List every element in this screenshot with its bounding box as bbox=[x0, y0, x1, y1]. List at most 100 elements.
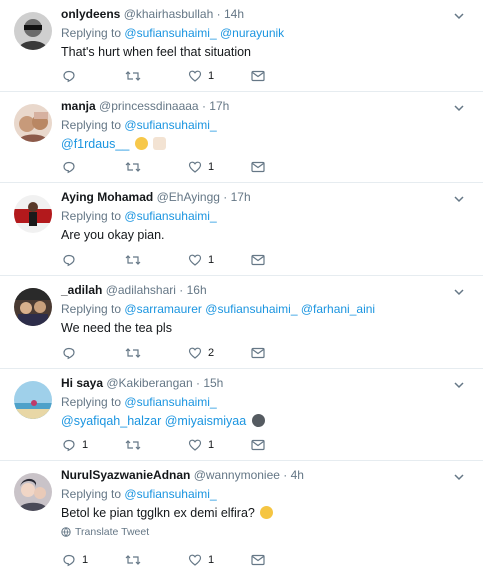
tweet[interactable]: manja @princessdinaaaa · 17h Replying to… bbox=[0, 92, 483, 183]
timestamp[interactable]: 17h bbox=[231, 190, 251, 204]
mention-link[interactable]: @sufiansuhaimi_ bbox=[124, 118, 216, 132]
user-handle[interactable]: @EhAyingg bbox=[157, 190, 220, 204]
retweet-button[interactable] bbox=[125, 553, 188, 567]
user-handle[interactable]: @Kakiberangan bbox=[106, 376, 192, 390]
chevron-down-icon[interactable] bbox=[453, 10, 465, 22]
mention-link[interactable]: @nurayunik bbox=[220, 26, 284, 40]
display-name[interactable]: Hi saya bbox=[61, 376, 103, 390]
dm-icon bbox=[251, 254, 265, 266]
tweet-header: Aying Mohamad @EhAyingg · 17h bbox=[61, 189, 473, 205]
dm-icon bbox=[251, 161, 265, 173]
display-name[interactable]: NurulSyazwanieAdnan bbox=[61, 468, 190, 482]
tweet-header: _adilah @adilahshari · 16h bbox=[61, 282, 473, 298]
dm-button[interactable] bbox=[251, 254, 314, 266]
user-handle[interactable]: @adilahshari bbox=[106, 283, 176, 297]
like-button[interactable]: 1 bbox=[188, 438, 251, 452]
separator-dot: · bbox=[216, 7, 221, 21]
chevron-down-icon[interactable] bbox=[453, 379, 465, 391]
like-button[interactable]: 2 bbox=[188, 346, 251, 360]
mention-link[interactable]: @miyaismiyaa bbox=[165, 414, 246, 428]
avatar[interactable] bbox=[14, 104, 52, 142]
chevron-down-icon[interactable] bbox=[453, 286, 465, 298]
reply-icon bbox=[63, 439, 75, 452]
retweet-button[interactable] bbox=[125, 438, 188, 452]
reply-button[interactable]: 1 bbox=[62, 438, 125, 452]
chevron-down-icon[interactable] bbox=[453, 102, 465, 114]
avatar[interactable] bbox=[14, 381, 52, 419]
user-handle[interactable]: @princessdinaaaa bbox=[99, 99, 199, 113]
display-name[interactable]: _adilah bbox=[61, 283, 102, 297]
replying-to-label: Replying to bbox=[61, 395, 122, 409]
dm-button[interactable] bbox=[251, 347, 314, 359]
avatar[interactable] bbox=[14, 12, 52, 50]
avatar[interactable] bbox=[14, 288, 52, 326]
tweet[interactable]: Aying Mohamad @EhAyingg · 17h Replying t… bbox=[0, 183, 483, 276]
retweet-button[interactable] bbox=[125, 160, 188, 174]
dm-button[interactable] bbox=[251, 554, 314, 566]
avatar[interactable] bbox=[14, 473, 52, 511]
reply-button[interactable] bbox=[62, 253, 125, 267]
mention-link[interactable]: @sarramaurer bbox=[124, 302, 202, 316]
mention-link[interactable]: @sufiansuhaimi_ bbox=[124, 209, 216, 223]
timestamp[interactable]: 14h bbox=[224, 7, 244, 21]
like-icon bbox=[188, 70, 202, 82]
tweet[interactable]: Hi saya @Kakiberangan · 15h Replying to … bbox=[0, 369, 483, 461]
like-button[interactable]: 1 bbox=[188, 253, 251, 267]
translate-label: Translate Tweet bbox=[75, 526, 150, 538]
like-count: 1 bbox=[208, 554, 215, 566]
reply-button[interactable] bbox=[62, 346, 125, 360]
reply-icon bbox=[63, 254, 75, 267]
retweet-icon bbox=[125, 255, 141, 265]
tweet[interactable]: onlydeens @khairhasbullah · 14h Replying… bbox=[0, 0, 483, 92]
dm-button[interactable] bbox=[251, 70, 314, 82]
replying-to-label: Replying to bbox=[61, 26, 122, 40]
reply-button[interactable] bbox=[62, 160, 125, 174]
dm-button[interactable] bbox=[251, 161, 314, 173]
mention-link[interactable]: @sufiansuhaimi_ bbox=[124, 487, 216, 501]
timestamp[interactable]: 15h bbox=[203, 376, 223, 390]
user-handle[interactable]: @khairhasbullah bbox=[124, 7, 214, 21]
like-button[interactable]: 1 bbox=[188, 553, 251, 567]
tweet[interactable]: _adilah @adilahshari · 16h Replying to @… bbox=[0, 276, 483, 369]
tweet-header: onlydeens @khairhasbullah · 14h bbox=[61, 6, 473, 22]
dm-icon bbox=[251, 554, 265, 566]
chevron-down-icon[interactable] bbox=[453, 193, 465, 205]
mention-link[interactable]: @sufiansuhaimi_ bbox=[124, 395, 216, 409]
timestamp[interactable]: 4h bbox=[291, 468, 304, 482]
dm-button[interactable] bbox=[251, 439, 314, 451]
replying-to-label: Replying to bbox=[61, 118, 122, 132]
retweet-icon bbox=[125, 440, 141, 450]
tweet[interactable]: NurulSyazwanieAdnan @wannymoniee · 4h Re… bbox=[0, 461, 483, 571]
chevron-down-icon[interactable] bbox=[453, 471, 465, 483]
mention-link[interactable]: @sufiansuhaimi_ bbox=[124, 26, 216, 40]
timestamp[interactable]: 17h bbox=[209, 99, 229, 113]
mention-link[interactable]: @sufiansuhaimi_ bbox=[205, 302, 297, 316]
mention-link[interactable]: @farhani_aini bbox=[301, 302, 375, 316]
like-button[interactable]: 1 bbox=[188, 160, 251, 174]
translate-tweet-link[interactable]: Translate Tweet bbox=[61, 526, 473, 538]
timestamp[interactable]: 16h bbox=[187, 283, 207, 297]
mention-link[interactable]: @syafiqah_halzar bbox=[61, 414, 161, 428]
replying-to: Replying to @sarramaurer @sufiansuhaimi_… bbox=[61, 301, 473, 317]
separator-dot: · bbox=[283, 468, 288, 482]
mention-link[interactable]: @f1rdaus__ bbox=[61, 137, 129, 151]
neutral-face-emoji-icon bbox=[251, 414, 265, 427]
retweet-button[interactable] bbox=[125, 253, 188, 267]
retweet-button[interactable] bbox=[125, 69, 188, 83]
replying-to-label: Replying to bbox=[61, 487, 122, 501]
reply-button[interactable]: 1 bbox=[62, 553, 125, 567]
user-handle[interactable]: @wannymoniee bbox=[194, 468, 280, 482]
display-name[interactable]: Aying Mohamad bbox=[61, 190, 153, 204]
like-icon bbox=[188, 439, 202, 451]
display-name[interactable]: manja bbox=[61, 99, 96, 113]
tweet-text: That's hurt when feel that situation bbox=[61, 45, 251, 59]
avatar[interactable] bbox=[14, 195, 52, 233]
replying-to: Replying to @sufiansuhaimi_ bbox=[61, 486, 473, 502]
retweet-button[interactable] bbox=[125, 346, 188, 360]
like-button[interactable]: 1 bbox=[188, 69, 251, 83]
retweet-icon bbox=[125, 162, 141, 172]
ok-hand-emoji-icon bbox=[153, 137, 167, 150]
display-name[interactable]: onlydeens bbox=[61, 7, 120, 21]
reply-button[interactable] bbox=[62, 69, 125, 83]
reply-icon bbox=[63, 70, 75, 83]
